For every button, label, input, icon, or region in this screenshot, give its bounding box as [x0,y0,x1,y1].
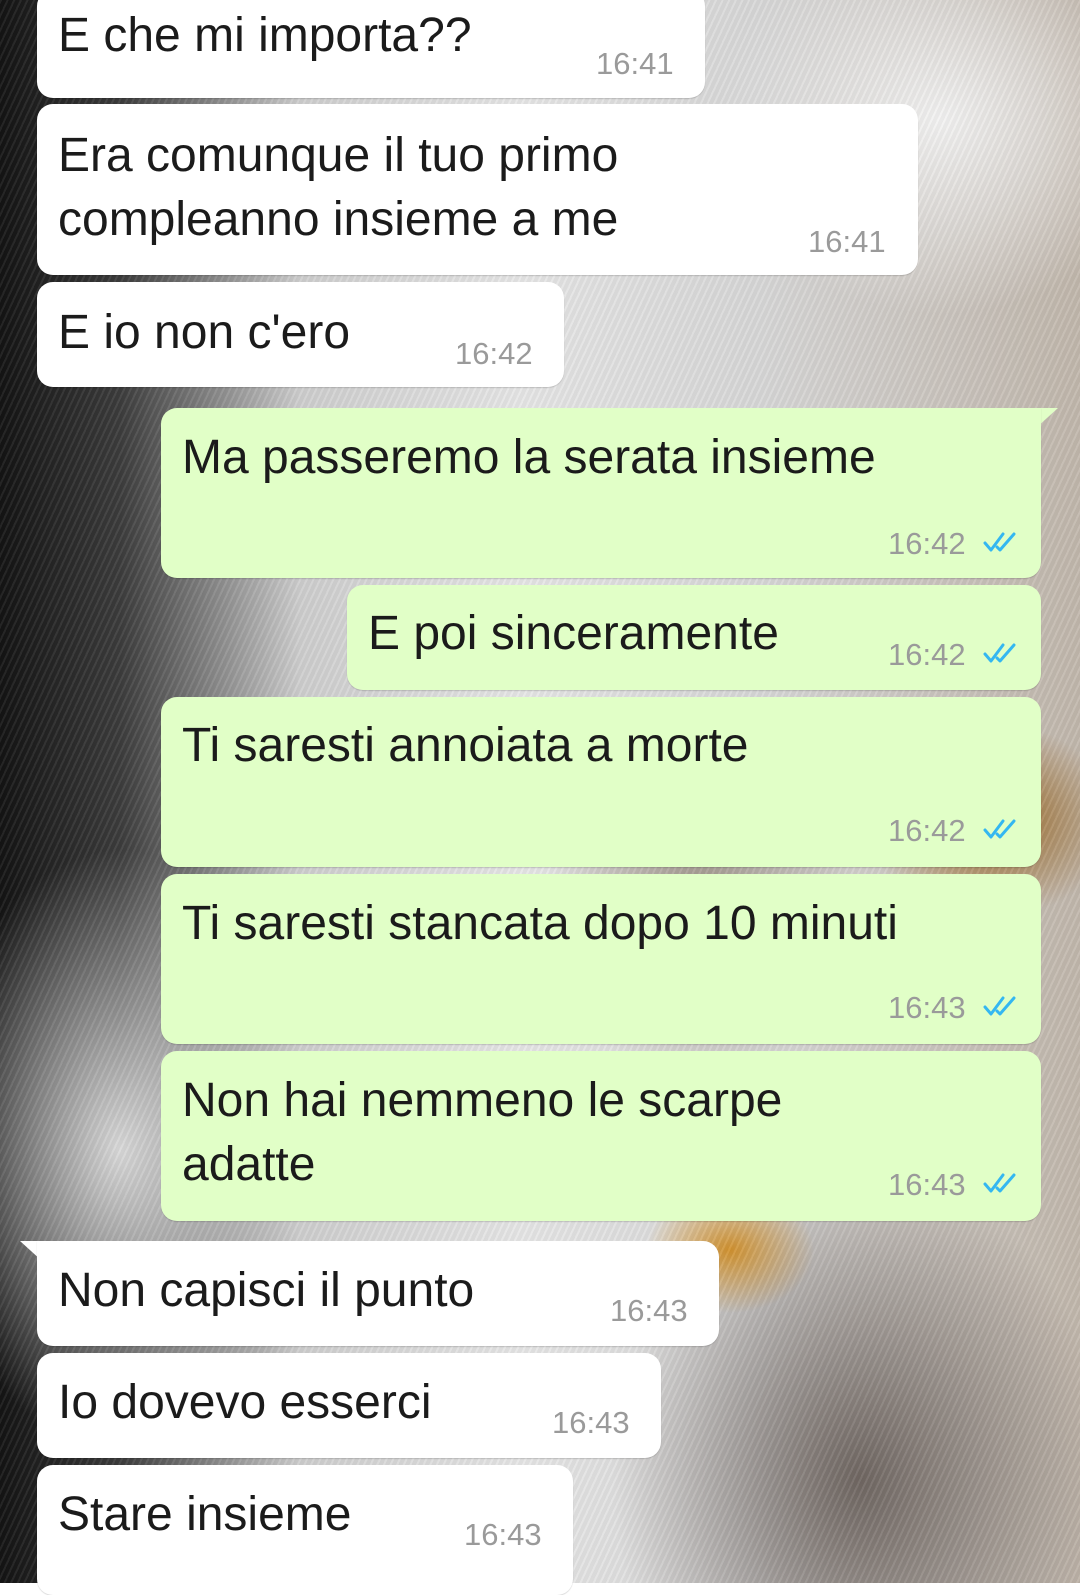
message-text: Stare insieme [58,1488,352,1541]
message-time: 16:43 [888,990,966,1025]
double-check-icon [983,996,1016,1016]
message-time: 16:42 [888,637,966,672]
message-time: 16:43 [464,1517,542,1552]
incoming-message-bubble[interactable]: Stare insieme 16:43 [37,1465,573,1595]
message-time: 16:43 [888,1167,966,1202]
message-text: E io non c'ero [58,306,351,359]
message-text: Ti saresti annoiata a morte [182,719,749,772]
outgoing-message-bubble[interactable]: Non hai nemmeno le scarpe adatte 16:43 [161,1051,1041,1221]
message-text: Ti saresti stancata dopo 10 minuti [182,897,898,950]
message-time: 16:42 [888,526,966,561]
incoming-message-bubble[interactable]: E io non c'ero 16:42 [37,282,564,387]
double-check-icon [983,1173,1016,1193]
message-text: Ma passeremo la serata insieme [182,431,876,484]
double-check-icon [983,819,1016,839]
message-text-line: compleanno insieme a me [58,193,619,246]
message-text-line: Era comunque il tuo primo [58,129,619,182]
message-time: 16:41 [596,46,674,81]
message-text: Io dovevo esserci [58,1376,432,1429]
message-text-line: adatte [182,1138,316,1191]
outgoing-message-bubble[interactable]: E poi sinceramente 16:42 [347,585,1041,690]
message-time: 16:43 [552,1405,630,1440]
message-time: 16:41 [808,224,886,259]
message-time: 16:42 [888,813,966,848]
message-text: E che mi importa?? [58,9,472,62]
message-text-line: Non hai nemmeno le scarpe [182,1074,783,1127]
outgoing-message-bubble[interactable]: Ma passeremo la serata insieme 16:42 [161,408,1041,578]
message-text: Non capisci il punto [58,1264,475,1317]
double-check-icon [983,643,1016,663]
message-time: 16:42 [455,336,533,371]
incoming-message-bubble[interactable]: Non capisci il punto 16:43 [37,1241,719,1346]
message-text: E poi sinceramente [368,607,779,660]
outgoing-message-bubble[interactable]: Ti saresti stancata dopo 10 minuti 16:43 [161,874,1041,1044]
outgoing-message-bubble[interactable]: Ti saresti annoiata a morte 16:42 [161,697,1041,867]
double-check-icon [983,532,1016,552]
incoming-message-bubble[interactable]: Io dovevo esserci 16:43 [37,1353,661,1458]
incoming-message-bubble[interactable]: Era comunque il tuo primo compleanno ins… [37,104,918,275]
message-time: 16:43 [610,1293,688,1328]
incoming-message-bubble[interactable]: E che mi importa?? 16:41 [37,0,705,98]
